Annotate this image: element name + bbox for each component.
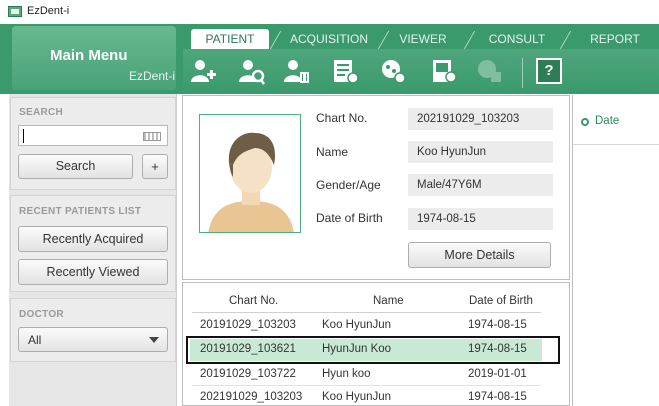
add-search-button[interactable]: + [142,154,168,179]
name-label: Name [316,145,349,159]
help-icon[interactable]: ? [536,58,562,84]
tab-consult[interactable]: CONSULT [477,29,557,49]
gender-age-value: Male/47Y6M [408,174,553,196]
gender-age-label: Gender/Age [316,178,381,192]
tab-separator [559,31,572,49]
row-name: Hyun koo [322,368,371,380]
help-glyph: ? [544,62,554,79]
search-section-title: SEARCH [19,107,64,118]
doctor-select[interactable]: All [18,327,168,352]
row-dob: 1974-08-15 [468,391,527,403]
column-header-dob[interactable]: Date of Birth [469,295,533,307]
search-input[interactable] [18,125,168,146]
more-details-button[interactable]: More Details [408,242,551,268]
ezdent-window: EzDent-i Main Menu EzDent-i PATIENT ACQU… [0,0,659,406]
search-button[interactable]: Search [18,154,133,179]
add-patient-icon[interactable] [188,56,218,86]
module-tabs: PATIENT ACQUISITION VIEWER CONSULT REPOR… [183,29,659,49]
doctor-section-title: DOCTOR [19,309,64,320]
title-bar: EzDent-i [0,0,659,24]
search-patient-icon[interactable] [236,56,266,86]
row-chart-no: 20191029_103203 [200,319,296,331]
table-row[interactable]: 202191029_103203 Koo HyunJun 1974-08-15 [190,387,542,406]
tab-acquisition[interactable]: ACQUISITION [281,29,377,49]
text-caret [23,129,24,143]
dob-value: 1974-08-15 [408,208,553,230]
chart-no-label: Chart No. [316,111,368,125]
date-radio-label[interactable]: Date [595,115,619,127]
row-dob: 1974-08-15 [468,319,527,331]
doctor-selected-value: All [28,333,42,347]
row-divider [192,385,541,386]
tab-report[interactable]: REPORT [579,29,651,49]
selection-highlight-frame [186,336,560,364]
row-chart-no: 202191029_103203 [200,391,303,403]
tab-separator [269,31,282,49]
patient-image-icon[interactable] [429,56,459,86]
column-header-name[interactable]: Name [373,295,404,307]
window-title: EzDent-i [27,5,70,17]
recently-viewed-button[interactable]: Recently Viewed [18,259,168,285]
tab-separator [463,31,476,49]
table-row[interactable]: 20191029_103203 Koo HyunJun 1974-08-15 [190,315,542,337]
patient-photo-icon[interactable] [378,56,408,86]
tab-viewer[interactable]: VIEWER [391,29,455,49]
date-radio-button[interactable] [581,118,589,126]
main-menu-title: Main Menu [50,47,128,64]
app-icon [8,6,22,17]
main-menu-subtitle: EzDent-i [129,69,176,83]
name-value: Koo HyunJun [408,141,553,163]
row-chart-no: 20191029_103722 [200,368,296,380]
header-divider [192,312,541,313]
toolbar-divider [522,58,523,88]
tab-separator [377,31,390,49]
row-name: Koo HyunJun [322,319,392,331]
recent-section-title: RECENT PATIENTS LIST [19,206,142,217]
patient-record-icon[interactable] [330,56,360,86]
patient-avatar [199,114,301,233]
recently-acquired-button[interactable]: Recently Acquired [18,226,168,252]
row-dob: 2019-01-01 [468,368,527,380]
keyboard-icon[interactable] [143,132,161,141]
chevron-down-icon [149,337,159,343]
right-filter-panel [572,95,659,406]
main-menu-button[interactable]: Main Menu EzDent-i [12,26,176,90]
row-name: Koo HyunJun [322,391,392,403]
tab-patient[interactable]: PATIENT [191,29,269,49]
table-row[interactable]: 20191029_103722 Hyun koo 2019-01-01 [190,364,542,386]
delete-patient-icon[interactable] [281,56,311,86]
right-panel-divider [573,144,659,145]
disabled-tool-icon [474,56,504,86]
avatar-icon [208,132,294,232]
chart-no-value: 202191029_103203 [408,108,553,130]
column-header-chart-no[interactable]: Chart No. [229,295,278,307]
dob-label: Date of Birth [316,211,383,225]
